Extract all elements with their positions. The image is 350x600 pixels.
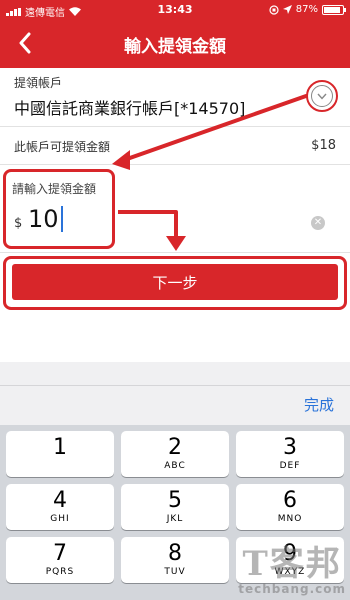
key-4[interactable]: 4 GHI <box>6 484 114 530</box>
key-letters: ABC <box>164 461 186 471</box>
keyboard-accessory-bar: 完成 <box>0 385 350 425</box>
key-3[interactable]: 3 DEF <box>236 431 344 477</box>
key-2[interactable]: 2 ABC <box>121 431 229 477</box>
watermark-brand: T客邦 <box>242 544 342 584</box>
amount-input[interactable]: 10 <box>28 205 63 233</box>
key-6[interactable]: 6 MNO <box>236 484 344 530</box>
key-letters: JKL <box>166 514 184 524</box>
top-bar: 遠傳電信 13:43 87% 輸入提領金額 <box>0 0 350 68</box>
status-right: 87% <box>269 4 346 15</box>
amount-label: 請輸入提領金額 <box>12 182 97 196</box>
divider <box>0 252 350 253</box>
battery-fill <box>324 6 340 13</box>
key-digit: 1 <box>53 435 67 460</box>
key-letters: MNO <box>277 514 303 524</box>
key-1[interactable]: 1 <box>6 431 114 477</box>
watermark: T客邦 techbang.com <box>238 546 346 596</box>
location-icon <box>282 5 292 14</box>
key-digit: 6 <box>283 488 297 513</box>
dropdown-inner <box>311 85 333 107</box>
text-cursor <box>60 206 63 232</box>
orientation-lock-icon <box>269 4 279 15</box>
key-digit: 2 <box>168 435 182 460</box>
key-letters: PQRS <box>45 567 75 577</box>
divider <box>0 126 350 127</box>
nav-bar: 輸入提領金額 <box>0 22 350 66</box>
next-button[interactable]: 下一步 <box>12 264 338 300</box>
done-button[interactable]: 完成 <box>304 394 334 415</box>
key-digit: 8 <box>168 541 182 566</box>
key-8[interactable]: 8 TUV <box>121 537 229 583</box>
available-label: 此帳戶可提領金額 <box>14 140 111 154</box>
chevron-down-icon <box>317 93 327 100</box>
clear-icon[interactable]: ✕ <box>311 216 325 230</box>
key-letters: GHI <box>50 514 70 524</box>
page-title: 輸入提領金額 <box>124 37 226 57</box>
battery-icon <box>322 4 346 15</box>
account-select[interactable]: 中國信託商業銀行帳戶[*14570] <box>14 95 245 119</box>
key-7[interactable]: 7 PQRS <box>6 537 114 583</box>
watermark-url: techbang.com <box>238 582 346 596</box>
key-letters: TUV <box>164 567 186 577</box>
key-letters: DEF <box>279 461 301 471</box>
key-digit: 5 <box>168 488 182 513</box>
battery-percent: 87% <box>295 4 318 15</box>
status-bar: 遠傳電信 13:43 87% <box>0 0 350 20</box>
key-digit: 4 <box>53 488 67 513</box>
account-label: 提領帳戶 <box>14 76 63 90</box>
amount-value: 10 <box>28 205 59 233</box>
number-keypad: 1 2 ABC 3 DEF 4 GHI 5 JKL 6 MNO 7 PQRS 8 TUV 9W… <box>0 425 350 600</box>
withdraw-form: 提領帳戶 中國信託商業銀行帳戶[*14570] 此帳戶可提領金額 $18 請輸入… <box>0 68 350 362</box>
key-digit: 7 <box>53 541 67 566</box>
available-value: $18 <box>311 138 336 153</box>
chevron-down-circle-icon[interactable] <box>306 80 338 112</box>
amount-currency: $ <box>14 216 23 231</box>
key-5[interactable]: 5 JKL <box>121 484 229 530</box>
divider <box>0 164 350 165</box>
key-digit: 3 <box>283 435 297 460</box>
